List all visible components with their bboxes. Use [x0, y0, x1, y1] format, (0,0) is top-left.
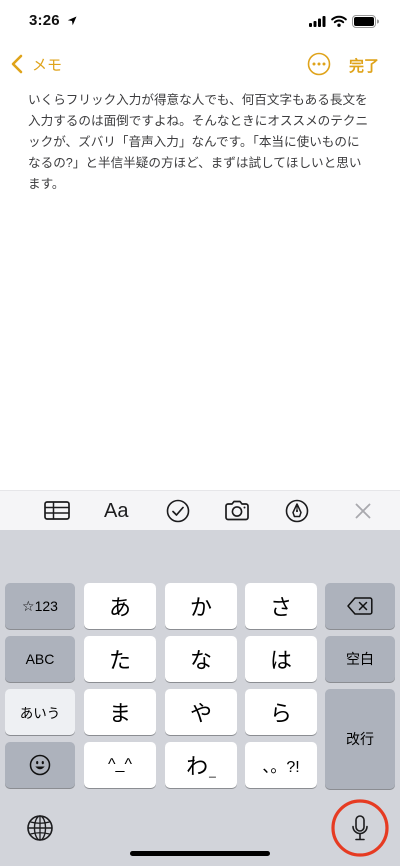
- key-kaomoji[interactable]: ^_^: [84, 742, 156, 788]
- key-ta[interactable]: た: [84, 636, 156, 682]
- annotation-ring: [330, 798, 390, 858]
- chevron-left-icon: [10, 54, 24, 74]
- status-time: 3:26: [29, 12, 60, 29]
- wifi-icon: [331, 15, 347, 27]
- format-toolbar: Aa: [0, 490, 400, 530]
- key-wa-hint: _: [209, 764, 216, 778]
- battery-icon: [352, 15, 379, 28]
- done-button[interactable]: 完了: [349, 55, 379, 76]
- key-ka[interactable]: か: [165, 583, 237, 629]
- home-indicator: [130, 851, 270, 856]
- back-label: メモ: [32, 56, 63, 74]
- key-wa-label: わ: [186, 754, 209, 779]
- key-ya[interactable]: や: [165, 689, 237, 735]
- more-circle-icon[interactable]: [307, 52, 331, 76]
- globe-icon[interactable]: [26, 814, 54, 842]
- close-icon[interactable]: [355, 503, 371, 519]
- markup-icon[interactable]: [285, 499, 309, 523]
- key-return[interactable]: 改行: [325, 689, 395, 789]
- key-abc[interactable]: ABC: [5, 636, 75, 682]
- emoji-icon: [29, 754, 51, 776]
- location-arrow-icon: [67, 16, 77, 26]
- text-format-button[interactable]: Aa: [104, 500, 128, 523]
- camera-icon[interactable]: [224, 500, 250, 521]
- key-ha[interactable]: は: [245, 636, 317, 682]
- key-ma[interactable]: ま: [84, 689, 156, 735]
- key-a[interactable]: あ: [84, 583, 156, 629]
- key-punctuation[interactable]: 、。?!: [245, 742, 317, 788]
- key-na[interactable]: な: [165, 636, 237, 682]
- delete-icon: [347, 597, 373, 615]
- key-kana-mode[interactable]: あいう: [5, 689, 75, 735]
- table-icon[interactable]: [44, 501, 70, 520]
- japanese-kana-keyboard: ☆123 あ か さ ABC た な は 空白 あいう ま や ら 改行 ^_^…: [0, 530, 400, 866]
- key-sa[interactable]: さ: [245, 583, 317, 629]
- cellular-signal-icon: [309, 16, 326, 27]
- key-delete[interactable]: [325, 583, 395, 629]
- back-button[interactable]: メモ: [10, 52, 62, 76]
- key-space[interactable]: 空白: [325, 636, 395, 682]
- key-emoji[interactable]: [5, 742, 75, 788]
- key-ra[interactable]: ら: [245, 689, 317, 735]
- key-numbers[interactable]: ☆123: [5, 583, 75, 629]
- key-wa[interactable]: わ _: [165, 742, 237, 788]
- checklist-icon[interactable]: [166, 499, 190, 523]
- note-body-text[interactable]: いくらフリック入力が得意な人でも、何百文字もある長文を入力するのは面倒ですよね。…: [28, 90, 372, 195]
